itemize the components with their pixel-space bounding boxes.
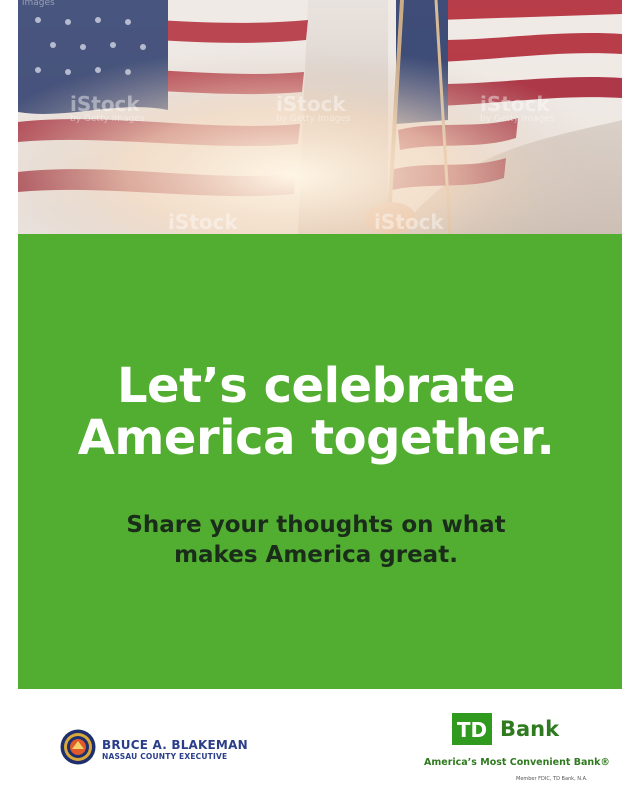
county-executive-title: NASSAU COUNTY EXECUTIVE xyxy=(102,752,228,761)
headline-line-1: Let’s celebrate xyxy=(116,358,516,414)
nassau-county-seal-icon xyxy=(60,729,96,765)
subheadline-line-2: makes America great. xyxy=(174,542,458,568)
headline: Let’s celebrate America together. xyxy=(0,360,632,464)
td-bank-label: Bank xyxy=(500,717,560,741)
subheadline-line-1: Share your thoughts on what xyxy=(126,512,506,538)
flag-photo-illustration xyxy=(18,0,622,234)
hero-flag-photo: images iStock by Getty Images iStock by … xyxy=(18,0,622,234)
td-tagline: America’s Most Convenient Bank® xyxy=(424,757,610,768)
county-executive-name: BRUCE A. BLAKEMAN xyxy=(102,738,248,752)
td-logo-icon: TD xyxy=(452,713,492,745)
subheadline: Share your thoughts on what makes Americ… xyxy=(0,510,632,570)
td-logo-text: TD xyxy=(457,718,487,742)
td-member-note: Member FDIC, TD Bank, N.A. xyxy=(516,776,588,782)
headline-line-2: America together. xyxy=(77,410,555,466)
